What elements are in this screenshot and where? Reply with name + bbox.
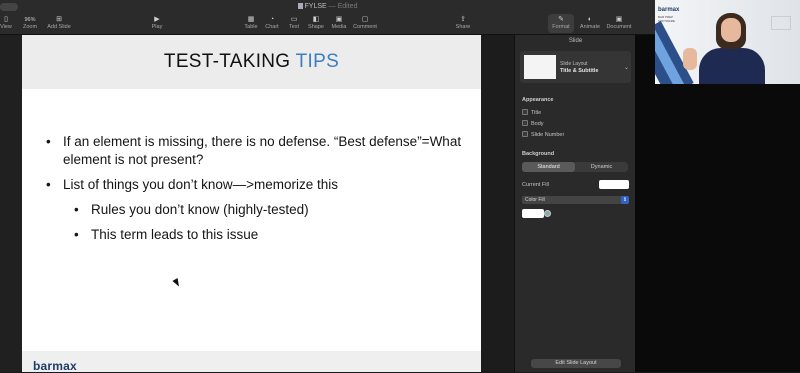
share-icon: ⇪ [460,16,466,23]
canvas-gutter [481,35,514,372]
bullet-item: If an element is missing, there is no de… [46,133,466,169]
standard-segment[interactable]: Standard [522,162,575,172]
add-slide-button[interactable]: ⊞ Add Slide [44,16,74,30]
color-wheel-icon[interactable] [544,210,551,217]
paintbrush-icon: ✎ [558,16,564,23]
webcam-video: barmax BAR PREP SOFTWARE [655,0,800,84]
slide-layout-picker[interactable]: Slide Layout Title & Subtitle ⌄ [520,51,631,83]
pillar-logo-icon [771,16,791,30]
slide-header-band: TEST-TAKING TIPS [22,35,481,89]
current-fill-label: Current Fill [522,182,549,188]
document-button[interactable]: ▣ Document [604,16,634,30]
sub-bullet-item: Rules you don’t know (highly-tested) [74,201,466,219]
checkbox-icon [522,109,528,115]
body-checkbox[interactable]: Body [522,120,544,127]
keynote-window: FYLSE — Edited ▯ View 96% Zoom ⊞ Add Sli… [0,0,800,373]
title-checkbox[interactable]: Title [522,109,541,116]
right-empty-area [635,35,800,372]
layout-thumbnail [524,55,556,79]
barmax-logo: barmax [33,359,77,373]
document-icon [297,3,303,9]
comment-button[interactable]: ▢ Comment [350,16,380,30]
bullet-item: List of things you don’t know—>memorize … [46,176,466,194]
background-label: Background [522,151,555,157]
inspector-tab-slide[interactable]: Slide [515,38,636,44]
play-button[interactable]: ▶ Play [142,16,172,30]
presenter-body [699,48,765,84]
slide-navigator-edge [0,35,22,372]
window-title: FYLSE — Edited [0,3,655,10]
comment-icon: ▢ [361,16,369,23]
slide-canvas[interactable]: TEST-TAKING TIPS If an element is missin… [22,35,481,373]
layout-value: Title & Subtitle [560,68,599,74]
document-icon: ▣ [615,16,623,23]
play-icon: ▶ [154,16,160,23]
slide-title-accent: TIPS [295,51,340,72]
checkbox-icon [522,120,528,126]
checkbox-icon [522,131,528,137]
layout-label: Slide Layout [560,61,588,67]
zoom-button[interactable]: 96% Zoom [15,16,45,30]
fill-type-select[interactable]: Color Fill ⇕ [522,196,629,204]
toolbar: FYLSE — Edited ▯ View 96% Zoom ⊞ Add Sli… [0,0,655,35]
sub-bullet-item: This term leads to this issue [74,226,466,244]
format-button[interactable]: ✎ Format [546,16,576,30]
document-name: FYLSE [304,3,327,10]
appearance-label: Appearance [522,97,554,103]
chevron-down-icon: ⌄ [624,65,630,71]
updown-arrows-icon: ⇕ [621,196,629,204]
current-fill-swatch[interactable] [599,180,629,189]
dynamic-segment[interactable]: Dynamic [575,162,628,172]
presenter-hand [683,48,697,70]
mouse-pointer-icon [172,278,182,288]
presenter-face [721,18,741,42]
video-brand-subtitle: BAR PREP SOFTWARE [658,15,675,23]
edit-slide-layout-button[interactable]: Edit Slide Layout [531,359,621,368]
plus-icon: ⊞ [56,16,62,23]
share-button[interactable]: ⇪ Share [448,16,478,30]
animate-icon: ◐ [587,16,593,23]
slide-body[interactable]: If an element is missing, there is no de… [46,133,466,251]
color-well[interactable] [522,209,544,218]
slide-title[interactable]: TEST-TAKING TIPS [22,51,481,73]
slide-number-checkbox[interactable]: Slide Number [522,131,564,138]
background-mode-control[interactable]: Standard Dynamic [522,162,628,172]
zoom-value: 96% [24,17,36,23]
slide-footer: barmax [22,351,481,373]
video-brand-logo: barmax [658,7,680,13]
format-inspector: Slide Slide Layout Title & Subtitle ⌄ Ap… [514,35,635,372]
animate-button[interactable]: ◐ Animate [575,16,605,30]
edited-status: — Edited [328,3,358,10]
